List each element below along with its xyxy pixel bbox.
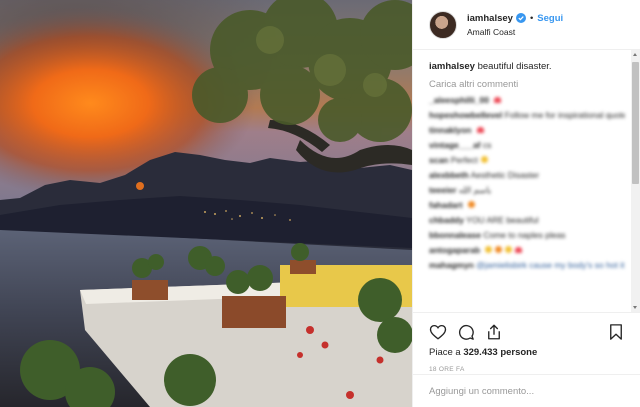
likes-number: 329.433: [463, 347, 498, 358]
caption: iamhalsey beautiful disaster.: [429, 60, 625, 73]
comment-item: bbonnalease Come to naples pleas: [429, 230, 625, 245]
header-text: iamhalsey • Segui Amalfi Coast: [467, 13, 563, 37]
heart-emoji-icon: [476, 127, 484, 133]
avatar[interactable]: [429, 10, 457, 39]
heart-icon: [429, 324, 447, 340]
comment-username[interactable]: _aleesphilli_00: [429, 95, 489, 105]
add-comment-input[interactable]: [429, 385, 625, 397]
share-button[interactable]: [483, 321, 505, 343]
comment-username[interactable]: scan: [429, 155, 448, 165]
scrollbar-thumb[interactable]: [632, 62, 639, 184]
header-line: iamhalsey • Segui: [467, 13, 563, 24]
post-actions: Piace a 329.433 persone 18 ORE FA: [413, 312, 640, 373]
comment-item: tinnaklyon: [429, 125, 625, 140]
comment-item: antogaparab: [429, 245, 625, 260]
comment-text: Follow me for inspirational quotes: [504, 110, 625, 120]
comment-item: vintage___af cs: [429, 140, 625, 155]
load-more-comments-button[interactable]: Carica altri commenti: [429, 79, 625, 90]
comments-scrollbar[interactable]: [631, 50, 640, 312]
bookmark-icon: [610, 324, 622, 340]
comment-username[interactable]: tinnaklyon: [429, 125, 472, 135]
heart-emoji-icon: [494, 97, 502, 103]
share-icon: [488, 324, 500, 340]
comment-text: باسم الله: [458, 185, 492, 195]
fire-emoji-icon: [467, 201, 475, 208]
comment-text: Aesthetic Disaster: [470, 170, 540, 180]
comment-text: Perfect: [450, 155, 478, 165]
comments-list[interactable]: iamhalsey beautiful disaster. Carica alt…: [413, 50, 640, 312]
comment-username[interactable]: chbaddy: [429, 215, 464, 225]
comment-item: alexbbeth Aesthetic Disaster: [429, 170, 625, 185]
comment-item: chbaddy YOU ARE beautiful: [429, 215, 625, 230]
post-header: iamhalsey • Segui Amalfi Coast: [413, 0, 640, 50]
comment-icon: [458, 324, 474, 340]
comment-username[interactable]: bbonnalease: [429, 230, 481, 240]
comment-username[interactable]: fahadart: [429, 200, 463, 210]
comment-item: scan Perfect: [429, 155, 625, 170]
comment-username[interactable]: mahagmyn: [429, 260, 474, 270]
post-photo[interactable]: [0, 0, 412, 407]
location-link[interactable]: Amalfi Coast: [467, 27, 563, 37]
comment-username[interactable]: alexbbeth: [429, 170, 469, 180]
scroll-up-arrow-icon[interactable]: [633, 53, 637, 56]
like-button[interactable]: [427, 321, 449, 343]
comment-button[interactable]: [455, 321, 477, 343]
likes-count[interactable]: Piace a 329.433 persone: [427, 347, 627, 358]
comment-item: mahagmyn @jamielisbirk cause my body's s…: [429, 260, 625, 275]
scroll-down-arrow-icon[interactable]: [633, 306, 637, 309]
emoji-icon: [505, 246, 513, 253]
caption-username[interactable]: iamhalsey: [429, 61, 475, 72]
comment-text: cs: [482, 140, 492, 150]
likes-prefix: Piace a: [429, 347, 461, 358]
comment-username[interactable]: hopeshowbellevel: [429, 110, 502, 120]
comment-text: YOU ARE beautiful: [466, 215, 539, 225]
comment-text: @jamielisbirk cause my body's so hot it'…: [476, 260, 625, 270]
heart-emoji-icon: [515, 247, 523, 253]
emoji-icon: [495, 246, 503, 253]
username-link[interactable]: iamhalsey: [467, 13, 513, 24]
comment-username[interactable]: antogaparab: [429, 245, 480, 255]
action-icon-row: [427, 319, 627, 345]
comment-text: Come to naples pleas: [483, 230, 566, 240]
follow-button[interactable]: Segui: [537, 13, 563, 24]
likes-suffix: persone: [500, 347, 538, 358]
verified-badge-icon: [515, 13, 526, 23]
landscape-photo: [0, 0, 412, 407]
comment-item: _aleesphilli_00: [429, 95, 625, 110]
comment-item: teeeier باسم الله: [429, 185, 625, 200]
post-container: iamhalsey • Segui Amalfi Coast iamhalsey…: [0, 0, 640, 407]
separator-dot: •: [529, 12, 534, 24]
post-timestamp[interactable]: 18 ORE FA: [427, 366, 627, 373]
post-side-panel: iamhalsey • Segui Amalfi Coast iamhalsey…: [412, 0, 640, 407]
smile-emoji-icon: [480, 156, 488, 163]
comment-username[interactable]: vintage___af: [429, 140, 481, 150]
comment-item: hopeshowbellevel Follow me for inspirati…: [429, 110, 625, 125]
emoji-icon: [485, 246, 493, 253]
save-button[interactable]: [605, 321, 627, 343]
comment-username[interactable]: teeeier: [429, 185, 456, 195]
comment-item: fahadart: [429, 200, 625, 215]
caption-text: beautiful disaster.: [477, 61, 552, 72]
add-comment-bar: [413, 374, 640, 407]
